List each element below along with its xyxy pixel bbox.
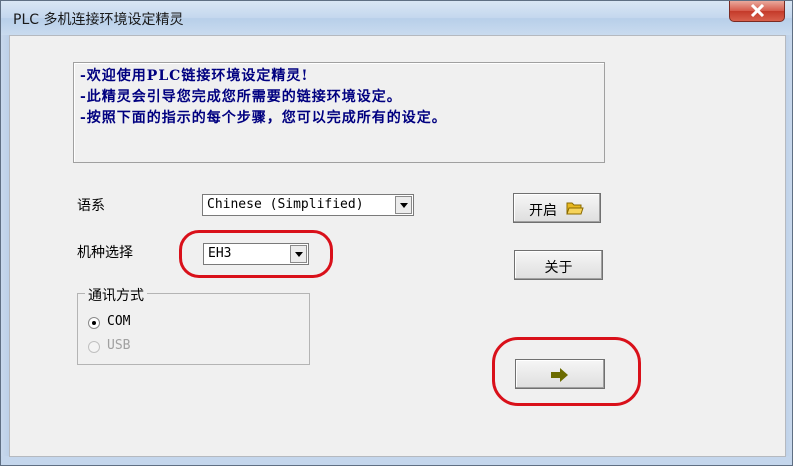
language-select[interactable]: Chinese (Simplified) [202, 194, 414, 216]
annotation-circle-next [492, 337, 641, 406]
model-label: 机种选择 [77, 245, 133, 261]
open-button[interactable]: 开启 [513, 193, 601, 223]
folder-icon [566, 202, 584, 215]
title-bar[interactable]: PLC 多机连接环境设定精灵 [1, 1, 792, 35]
about-button-label: 关于 [544, 260, 573, 276]
close-button[interactable] [729, 1, 785, 22]
open-button-label: 开启 [529, 203, 557, 219]
language-label: 语系 [77, 198, 105, 214]
radio-com-label[interactable]: COM [107, 314, 130, 329]
radio-usb-label[interactable]: USB [107, 338, 130, 353]
window-title: PLC 多机连接环境设定精灵 [13, 12, 184, 28]
wizard-window: PLC 多机连接环境设定精灵 -欢迎使用PLC链接环境设定精灵! -此精灵会引导… [0, 0, 793, 466]
close-icon [750, 4, 765, 17]
intro-line-1: -欢迎使用PLC链接环境设定精灵! [80, 68, 309, 84]
window-frame-left [1, 35, 9, 465]
chevron-down-icon[interactable] [395, 196, 412, 214]
radio-com[interactable] [88, 317, 100, 329]
window-frame-bottom [1, 456, 792, 465]
annotation-circle-model [179, 230, 333, 278]
about-button[interactable]: 关于 [514, 250, 603, 280]
radio-usb[interactable] [88, 341, 100, 353]
intro-line-3: -按照下面的指示的每个步骤，您可以完成所有的设定。 [80, 110, 447, 126]
language-select-value: Chinese (Simplified) [207, 197, 364, 212]
intro-line-2: -此精灵会引导您完成您所需要的链接环境设定。 [80, 89, 402, 105]
comm-group-label: 通讯方式 [85, 285, 147, 305]
intro-message-box: -欢迎使用PLC链接环境设定精灵! -此精灵会引导您完成您所需要的链接环境设定。… [73, 62, 605, 163]
